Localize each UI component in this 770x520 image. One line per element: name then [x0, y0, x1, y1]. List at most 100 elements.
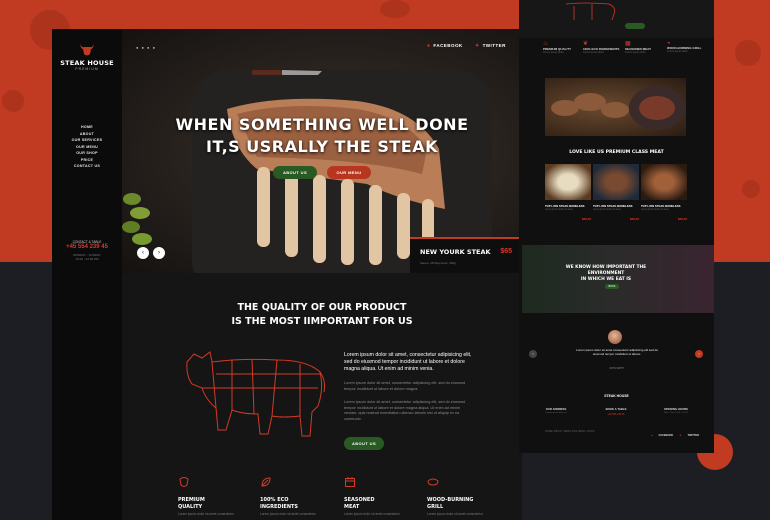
steak-icon — [179, 477, 189, 487]
dish-image — [593, 164, 639, 200]
feature-title: SEASONED MEAT — [344, 497, 424, 510]
footer-col-heading: BOOK A TABLE — [605, 407, 627, 411]
quality-about-button[interactable]: ABOUT US — [344, 437, 384, 450]
main-nav: HOME ABOUT OUR SERVICES OUR MENU OUR SHO… — [52, 124, 122, 170]
dish-card[interactable]: TOP LOIN STEAK BONELESS Lorem ipsum dolo… — [641, 164, 687, 221]
dish-name: TOP LOIN STEAK BONELESS — [593, 204, 633, 208]
banner-text: WE KNOW HOW IMPORTANT THE ENVIRONMENT IN… — [558, 265, 654, 283]
banner-line-2: IN WHICH WE EAT IS — [580, 277, 632, 282]
twitter-label: TWITTER — [482, 43, 506, 48]
dish-card[interactable]: TOP LOIN STEAK BONELESS Lorem ipsum dolo… — [545, 164, 591, 221]
dish-desc: Lorem ipsum dolor sit amet — [545, 209, 573, 211]
steak-icon: ♨ — [543, 41, 549, 47]
mini-feature-2: ❦ 100% ECO INGREDIENTS Lorem ipsum dolor — [583, 40, 623, 54]
footer-links[interactable]: HOME ABOUT SERVICES MENU SHOP — [545, 430, 595, 433]
testimonial-prev-arrow[interactable]: ‹ — [529, 350, 537, 358]
twitter-icon: ✦ — [679, 434, 682, 437]
nav-item-contact[interactable]: CONTACT US — [52, 163, 122, 170]
mini-feature-desc: Lorem ipsum dolor — [583, 51, 604, 54]
footer-hours: OPENING HOURS Mon - Sun 10:00 - 22:00 — [651, 407, 701, 415]
brand-tagline: PREMIUM — [75, 67, 99, 71]
hero-next-arrow[interactable]: › — [153, 247, 165, 259]
feature-premium-quality: PREMIUM QUALITY Lorem ipsum dolor sit ame… — [178, 475, 258, 517]
dish-image — [545, 164, 591, 200]
featured-dish-name: NEW YOURK STEAK — [420, 248, 491, 256]
hero-slide-dots[interactable]: ● ● ● ● — [136, 45, 156, 50]
mini-feature-desc: Lorem ipsum dolor — [625, 51, 646, 54]
dish-name: TOP LOIN STEAK BONELESS — [545, 204, 585, 208]
feature-desc: Lorem ipsum dolor sit amet consectetur — [260, 512, 316, 516]
hero-title-line-2: IT,S USRALLY THE STEAK — [206, 137, 438, 156]
feature-eco-ingredients: 100% ECO INGREDIENTS Lorem ipsum dolor si… — [260, 475, 340, 517]
hero-prev-arrow[interactable]: ‹ — [137, 247, 149, 259]
testimonial-author: JOHN SMITH — [609, 367, 624, 370]
feature-title: 100% ECO INGREDIENTS — [260, 497, 340, 510]
dish-desc: Lorem ipsum dolor sit amet — [593, 209, 621, 211]
calendar-icon — [345, 477, 355, 487]
dish-price: $28.00 — [581, 217, 591, 222]
our-menu-button[interactable]: OUR MENU — [327, 166, 371, 179]
grilled-ribs-image — [545, 78, 686, 136]
feature-title-line-2: MEAT — [344, 503, 360, 510]
featured-dish-desc: Sauce, 28 days beef, 300g — [420, 261, 456, 265]
mini-feature-4: ◒ WOOD-BURNING GRILL Lorem ipsum dolor — [667, 40, 707, 53]
twitter-link[interactable]: ✦ TWITTER — [475, 43, 506, 49]
testimonial-quote: Lorem ipsum dolor sit amet consectetur a… — [576, 348, 658, 357]
quality-heading: THE QUALITY OF OUR PRODUCT IS THE MOST I… — [202, 301, 442, 329]
grill-icon — [427, 478, 439, 486]
dish-desc: Lorem ipsum dolor sit amet — [641, 209, 669, 211]
footer-phone[interactable]: +45 554 239 45 — [591, 413, 641, 416]
footer-col-text: Lorem ipsum dolor sit — [545, 412, 567, 414]
feature-wood-burning-grill: WOOD-BURNING GRILL Lorem ipsum dolor sit … — [427, 475, 507, 517]
contact-phone[interactable]: +45 554 239 45 — [52, 244, 122, 250]
contact-hours: MONDAY - SUNDAY 10:00 - 22:00 PM — [52, 253, 122, 261]
mini-feature-desc: Lorem ipsum dolor — [543, 51, 564, 54]
testimonial-avatar — [608, 330, 622, 344]
footer-social: ● FACEBOOK ✦ TWITTER — [651, 434, 705, 437]
dish-price: $28.00 — [677, 217, 687, 222]
dish-card[interactable]: TOP LOIN STEAK BONELESS Lorem ipsum dolo… — [593, 164, 639, 221]
footer-brand[interactable]: STEAK HOUSE — [519, 394, 714, 398]
footer-col-heading: OUR ADDRESS — [545, 407, 567, 411]
footer-book-table: BOOK A TABLE +45 554 239 45 — [591, 407, 641, 416]
mini-feature-1: ♨ PREMIUM QUALITY Lorem ipsum dolor — [543, 40, 583, 54]
bull-logo-icon — [80, 44, 94, 56]
feature-desc: Lorem ipsum dolor sit amet consectetur — [178, 512, 234, 516]
quality-lead-text: Lorem ipsum dolor sit amet, consectetur … — [344, 352, 472, 372]
main-page-mockup: STEAK HOUSE PREMIUM HOME ABOUT OUR SERVI… — [52, 29, 522, 520]
dish-price: $28.00 — [629, 217, 639, 222]
footer-facebook-link[interactable]: FACEBOOK — [659, 434, 674, 437]
sidebar: STEAK HOUSE PREMIUM HOME ABOUT OUR SERVI… — [52, 29, 122, 520]
feature-seasoned-meat: SEASONED MEAT Lorem ipsum dolor sit amet … — [344, 475, 424, 517]
quality-paragraph-2: Lorem ipsum dolor sit amet, consectetur … — [344, 400, 466, 421]
side-top-button[interactable] — [625, 23, 645, 29]
hours-line-2: 10:00 - 22:00 PM — [75, 257, 99, 261]
footer-twitter-link[interactable]: TWITTER — [687, 434, 699, 437]
dish-name: TOP LOIN STEAK BONELESS — [641, 204, 681, 208]
feature-desc: Lorem ipsum dolor sit amet consectetur — [344, 512, 400, 516]
featured-dish-card[interactable]: NEW YOURK STEAK $65 Sauce, 28 days beef,… — [410, 237, 522, 273]
feature-desc: Lorem ipsum dolor sit amet consectetur — [427, 512, 483, 516]
mini-feature-3: ▦ SEASONED MEAT Lorem ipsum dolor — [625, 40, 665, 54]
dish-image — [641, 164, 687, 200]
feature-title: WOOD-BURNING GRILL — [427, 497, 507, 510]
footer-col-heading: OPENING HOURS — [664, 407, 688, 411]
feature-title-line-2: INGREDIENTS — [260, 503, 299, 510]
brand-name[interactable]: STEAK HOUSE — [52, 59, 122, 67]
quality-paragraph-1: Lorem ipsum dolor sit amet, consectetur … — [344, 381, 466, 391]
banner-book-button[interactable]: BOOK — [605, 284, 619, 289]
banner-line-1: WE KNOW HOW IMPORTANT THE ENVIRONMENT — [565, 265, 647, 276]
mini-feature-desc: Lorem ipsum dolor — [667, 50, 688, 53]
beef-cuts-diagram — [186, 351, 325, 437]
side-section-heading: LOVE LIKE US PREMIUM CLASS MEAT — [569, 150, 664, 155]
hero-title-line-1: WHEN SOMETHING WELL DONE — [175, 115, 469, 134]
facebook-link[interactable]: ● FACEBOOK — [427, 43, 463, 49]
quality-heading-line-1: THE QUALITY OF OUR PRODUCT — [237, 302, 407, 313]
facebook-label: FACEBOOK — [433, 43, 463, 48]
about-us-button[interactable]: ABOUT US — [273, 166, 317, 179]
feature-title-line-2: QUALITY — [178, 503, 203, 510]
testimonial-next-arrow[interactable]: › — [695, 350, 703, 358]
knife-image — [252, 70, 322, 75]
feature-title: PREMIUM QUALITY — [178, 497, 258, 510]
side-top-strip — [519, 0, 714, 38]
